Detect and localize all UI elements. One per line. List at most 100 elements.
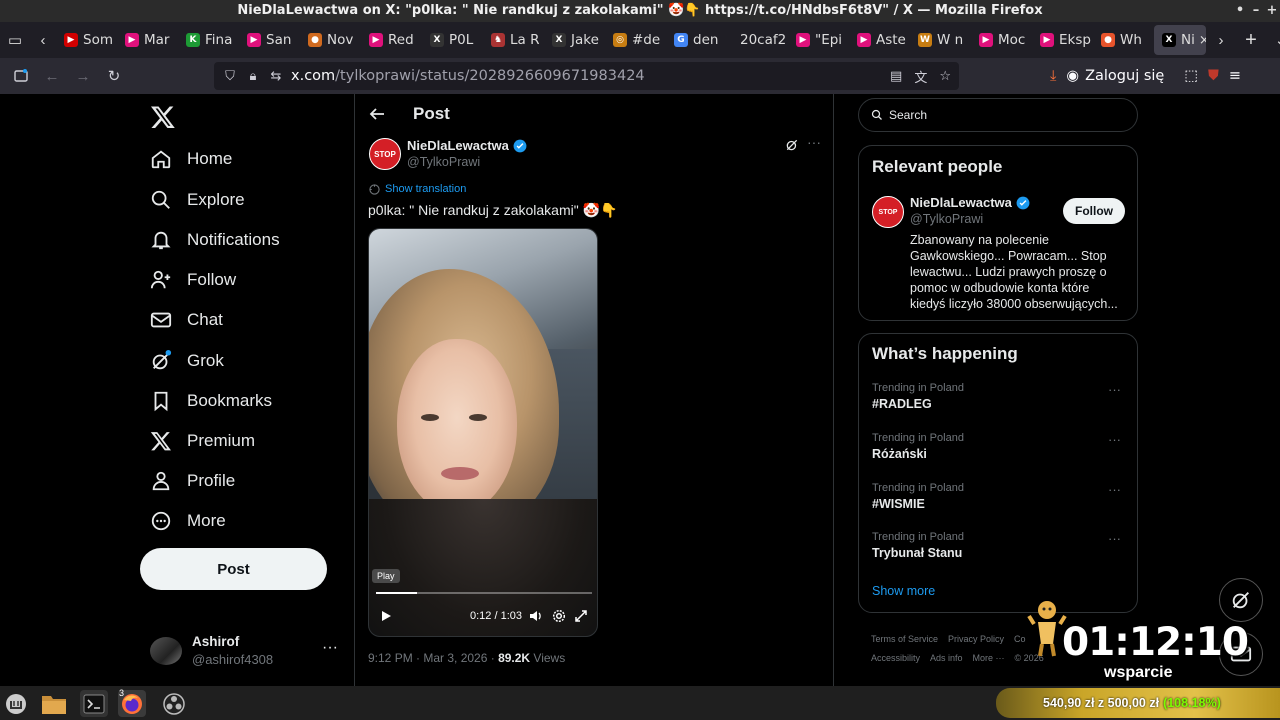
- footer-accessibility-link[interactable]: Accessibility: [871, 653, 920, 663]
- author-name[interactable]: NieDlaLewactwa: [407, 138, 527, 153]
- show-translation-link[interactable]: Show translation: [369, 183, 466, 195]
- trend-more-icon[interactable]: ···: [1108, 382, 1121, 397]
- firefox-view-icon[interactable]: ▭: [0, 22, 30, 58]
- trend-item[interactable]: Trending in Poland #RADLEG ···: [872, 382, 1127, 422]
- tab[interactable]: ▶ "Epi: [788, 25, 849, 55]
- sidebar-toggle-icon[interactable]: [7, 62, 35, 90]
- tab[interactable]: ◎ #de: [605, 25, 666, 55]
- tab[interactable]: 20caf2: [727, 25, 788, 55]
- footer-privacy-link[interactable]: Privacy Policy: [948, 634, 1004, 644]
- video-progress-bar[interactable]: [376, 592, 592, 594]
- reload-icon[interactable]: ↻: [100, 62, 128, 90]
- obs-icon[interactable]: [160, 690, 188, 717]
- footer-more-link[interactable]: More ···: [973, 653, 1005, 663]
- sidebar-item-notifications[interactable]: Notifications: [150, 225, 280, 255]
- sidebar-item-follow[interactable]: Follow: [150, 265, 236, 295]
- shield-icon[interactable]: ⛉: [223, 68, 237, 84]
- fullscreen-icon[interactable]: [574, 609, 588, 623]
- post-timestamp[interactable]: 9:12 PM · Mar 3, 2026 ·: [368, 651, 498, 665]
- ublock-icon[interactable]: ⛊: [1208, 68, 1219, 84]
- close-tab-icon[interactable]: ×: [1199, 33, 1206, 48]
- tab-scroll-left-icon[interactable]: ‹: [30, 22, 56, 58]
- sidebar-item-more[interactable]: More: [150, 506, 226, 536]
- new-tab-icon[interactable]: +: [1236, 22, 1266, 58]
- search-input[interactable]: Search: [858, 98, 1138, 132]
- tab[interactable]: ▶ Aste: [849, 25, 910, 55]
- forward-icon[interactable]: →: [69, 62, 97, 90]
- relevant-handle[interactable]: @TylkoPrawi: [910, 212, 983, 226]
- sidebar-item-chat[interactable]: Chat: [150, 305, 223, 335]
- tab[interactable]: ● Nov: [300, 25, 361, 55]
- start-menu-icon[interactable]: [2, 690, 30, 717]
- trend-item[interactable]: Trending in Poland Trybunał Stanu ···: [872, 531, 1127, 571]
- trend-more-icon[interactable]: ···: [1108, 432, 1121, 447]
- tab[interactable]: X P0L: [422, 25, 483, 55]
- tab[interactable]: K Fina: [178, 25, 239, 55]
- file-manager-icon[interactable]: [40, 690, 68, 717]
- tab[interactable]: ♞ La R: [483, 25, 544, 55]
- lock-icon[interactable]: 🔒︎: [246, 68, 260, 84]
- tab-scroll-right-icon[interactable]: ›: [1206, 22, 1236, 58]
- grok-explain-icon[interactable]: [785, 138, 799, 152]
- account-icon[interactable]: ◉: [1066, 68, 1079, 84]
- window-menu-button[interactable]: •: [1232, 0, 1248, 22]
- post-more-icon[interactable]: ···: [807, 134, 821, 150]
- login-label[interactable]: Zaloguj się: [1085, 68, 1164, 84]
- account-switcher[interactable]: Ashirof @ashirof4308 ···: [150, 631, 350, 671]
- tab[interactable]: X Jake: [544, 25, 605, 55]
- list-all-tabs-icon[interactable]: ⌄: [1266, 22, 1280, 58]
- trend-item[interactable]: Trending in Poland #WISMIE ···: [872, 482, 1127, 522]
- follow-button[interactable]: Follow: [1063, 198, 1125, 224]
- bookmark-star-icon[interactable]: ☆: [939, 68, 951, 84]
- tab[interactable]: ▶ Eksp: [1032, 25, 1093, 55]
- window-maximize-button[interactable]: +: [1264, 0, 1280, 22]
- tab[interactable]: ▶ San: [239, 25, 300, 55]
- reader-view-icon[interactable]: ▤: [890, 68, 902, 84]
- sidebar-item-explore[interactable]: Explore: [150, 185, 245, 215]
- terminal-icon[interactable]: [80, 690, 108, 717]
- author-avatar[interactable]: STOP: [369, 138, 401, 170]
- compose-post-button[interactable]: Post: [140, 548, 327, 590]
- back-arrow-icon[interactable]: [369, 106, 385, 122]
- author-handle[interactable]: @TylkoPrawi: [407, 155, 480, 169]
- tab[interactable]: ▶ Moc: [971, 25, 1032, 55]
- menu-icon[interactable]: ≡: [1229, 68, 1241, 84]
- tab-active[interactable]: X Ni ×: [1154, 25, 1206, 55]
- account-more-icon[interactable]: ···: [322, 639, 338, 657]
- url-text[interactable]: x.com/tylkoprawi/status/2028926609671983…: [291, 68, 645, 84]
- footer-terms-link[interactable]: Terms of Service: [871, 634, 938, 644]
- grok-fab-button[interactable]: [1219, 578, 1263, 622]
- trend-more-icon[interactable]: ···: [1108, 482, 1121, 497]
- sidebar-item-premium[interactable]: Premium: [150, 426, 255, 456]
- back-icon[interactable]: ←: [38, 62, 66, 90]
- firefox-icon[interactable]: 3: [118, 688, 146, 717]
- downloads-icon[interactable]: ⤓: [1050, 68, 1056, 84]
- play-icon[interactable]: [379, 609, 393, 623]
- sidebar-item-grok[interactable]: Grok: [150, 346, 224, 376]
- volume-icon[interactable]: [529, 609, 543, 623]
- settings-gear-icon[interactable]: [552, 609, 566, 623]
- relevant-name[interactable]: NieDlaLewactwa: [910, 195, 1030, 210]
- footer-ads-link[interactable]: Ads info: [930, 653, 963, 663]
- tab[interactable]: Gden: [666, 25, 727, 55]
- window-minimize-button[interactable]: –: [1248, 0, 1264, 22]
- video-player[interactable]: Play 0:12 / 1:03: [368, 228, 598, 637]
- tab[interactable]: ● Wh: [1093, 25, 1154, 55]
- trend-item[interactable]: Trending in Poland Różański ···: [872, 432, 1127, 472]
- sidebar-item-profile[interactable]: Profile: [150, 466, 235, 496]
- tab[interactable]: WW n: [910, 25, 971, 55]
- url-bar[interactable]: ⛉ 🔒︎ ⇆ x.com/tylkoprawi/status/202892660…: [214, 62, 959, 90]
- show-more-link[interactable]: Show more: [872, 584, 935, 598]
- tab[interactable]: ▶ Mar: [117, 25, 178, 55]
- permissions-icon[interactable]: ⇆: [269, 68, 283, 84]
- sidebar-item-bookmarks[interactable]: Bookmarks: [150, 386, 272, 416]
- relevant-avatar[interactable]: STOP: [872, 196, 904, 228]
- x-logo-icon[interactable]: [150, 104, 176, 130]
- trend-more-icon[interactable]: ···: [1108, 531, 1121, 546]
- sidebar-item-home[interactable]: Home: [150, 144, 232, 174]
- tab[interactable]: ▶ Som: [56, 25, 117, 55]
- tab[interactable]: ▶ Red: [361, 25, 422, 55]
- extensions-icon[interactable]: ⬚: [1184, 68, 1198, 84]
- translate-icon[interactable]: 文: [914, 67, 927, 86]
- footer-cookie-link[interactable]: Co: [1014, 634, 1026, 644]
